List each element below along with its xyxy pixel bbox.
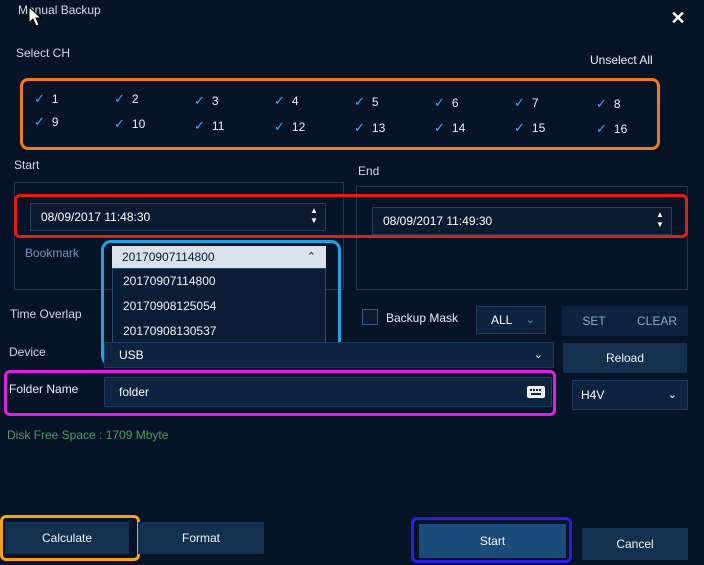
check-icon: ✓ — [514, 95, 525, 110]
channel-checkbox-11[interactable]: ✓ 11 — [194, 118, 224, 134]
close-icon[interactable]: ✕ — [668, 8, 688, 28]
channel-checkbox-3[interactable]: ✓ 3 — [194, 93, 219, 109]
channel-checkbox-9[interactable]: ✓ 9 — [34, 114, 59, 130]
start-label: Start — [14, 158, 40, 172]
end-spinner[interactable]: ▲ ▼ — [655, 210, 665, 230]
channel-checkbox-12[interactable]: ✓ 12 — [274, 119, 305, 135]
channel-checkbox-4[interactable]: ✓ 4 — [274, 93, 299, 109]
chevron-down-icon: ⌄ — [525, 314, 535, 326]
channel-checkbox-5[interactable]: ✓ 5 — [354, 94, 379, 110]
chevron-up-icon: ⌃ — [306, 251, 316, 263]
format-select[interactable]: H4V ⌄ — [572, 380, 688, 410]
bookmark-label: Bookmark — [25, 246, 80, 260]
channel-checkbox-10[interactable]: ✓ 10 — [114, 116, 145, 132]
bookmark-dropdown-list: 20170907114800 20170908125054 2017090813… — [112, 268, 326, 346]
channel-checkbox-8[interactable]: ✓ 8 — [596, 96, 621, 112]
backup-mask-checkbox[interactable] — [362, 309, 378, 325]
channel-checkbox-2[interactable]: ✓ 2 — [114, 91, 139, 107]
chevron-down-icon: ⌄ — [533, 349, 543, 361]
start-spinner[interactable]: ▲ ▼ — [309, 206, 319, 226]
check-icon: ✓ — [274, 93, 285, 108]
check-icon: ✓ — [34, 91, 45, 106]
clear-button[interactable]: CLEAR — [626, 306, 688, 336]
check-icon: ✓ — [354, 94, 365, 109]
bookmark-option[interactable]: 20170908125054 — [113, 294, 325, 319]
start-datetime-input[interactable]: 08/09/2017 11:48:30 ▲ ▼ — [30, 203, 326, 231]
cancel-button[interactable]: Cancel — [582, 528, 688, 560]
backup-mask-select[interactable]: ALL ⌄ — [476, 306, 546, 334]
check-icon: ✓ — [596, 96, 607, 111]
check-icon: ✓ — [274, 119, 285, 134]
channel-checkbox-15[interactable]: ✓ 15 — [514, 120, 545, 136]
format-button[interactable]: Format — [138, 522, 264, 554]
check-icon: ✓ — [434, 95, 445, 110]
channel-checkbox-13[interactable]: ✓ 13 — [354, 120, 385, 136]
check-icon: ✓ — [434, 120, 445, 135]
backup-mask-label: Backup Mask — [386, 311, 459, 325]
channel-checkbox-14[interactable]: ✓ 14 — [434, 120, 465, 136]
check-icon: ✓ — [114, 91, 125, 106]
check-icon: ✓ — [34, 114, 45, 129]
disk-free-space: Disk Free Space : 1709 Mbyte — [7, 428, 169, 442]
bookmark-option[interactable]: 20170907114800 — [113, 269, 325, 294]
end-datetime-input[interactable]: 08/09/2017 11:49:30 ▲ ▼ — [372, 207, 672, 235]
device-select[interactable]: USB ⌄ — [104, 342, 554, 368]
select-ch-label: Select CH — [16, 46, 71, 60]
channel-checkbox-6[interactable]: ✓ 6 — [434, 95, 459, 111]
chevron-down-icon: ⌄ — [667, 389, 677, 401]
check-icon: ✓ — [596, 121, 607, 136]
check-icon: ✓ — [194, 118, 205, 133]
end-label: End — [358, 164, 380, 178]
start-highlight-box — [411, 517, 572, 563]
bookmark-option[interactable]: 20170908130537 — [113, 319, 325, 344]
channel-checkbox-16[interactable]: ✓ 16 — [596, 121, 627, 137]
folder-name-input[interactable]: folder — [104, 377, 552, 407]
reload-button[interactable]: Reload — [563, 343, 687, 373]
channel-grid: ✓ 1 ✓ 2 ✓ 3 ✓ 4 ✓ 5 ✓ 6 ✓ 7 ✓ 8 ✓ 9 ✓ 10 ✓ 11 ✓ 12 ✓… — [20, 78, 660, 150]
check-icon: ✓ — [194, 93, 205, 108]
mouse-cursor-icon — [28, 6, 43, 27]
channel-checkbox-1[interactable]: ✓ 1 — [34, 91, 59, 107]
bookmark-select[interactable]: 20170907114800 ⌃ — [112, 246, 326, 268]
time-overlap-label: Time Overlap — [10, 307, 82, 321]
set-button[interactable]: SET — [562, 306, 626, 336]
calculate-highlight-box — [0, 515, 140, 561]
keyboard-icon[interactable] — [527, 386, 545, 398]
check-icon: ✓ — [514, 120, 525, 135]
unselect-all-button[interactable]: Unselect All — [590, 53, 653, 67]
device-label: Device — [9, 345, 46, 359]
channel-checkbox-7[interactable]: ✓ 7 — [514, 95, 539, 111]
folder-name-label: Folder Name — [9, 382, 79, 396]
check-icon: ✓ — [354, 120, 365, 135]
check-icon: ✓ — [114, 116, 125, 131]
